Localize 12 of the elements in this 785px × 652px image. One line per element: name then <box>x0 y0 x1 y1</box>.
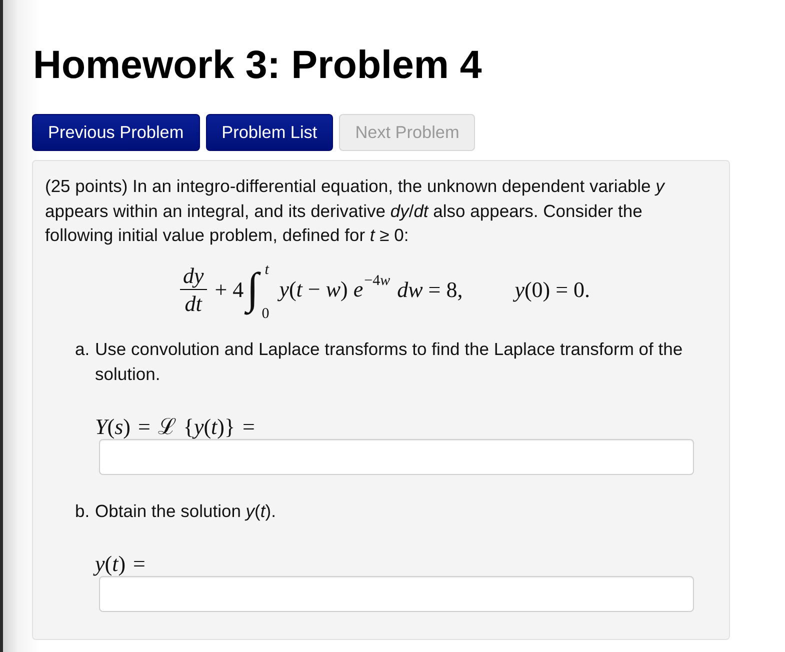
answer-field[interactable] <box>99 438 694 474</box>
part-question: Obtain the solution y(t). <box>95 500 277 523</box>
answer-label: y(t) = <box>95 550 146 576</box>
answer-label: Y(s) = ℒ {y(t)} = <box>95 414 255 438</box>
answer-field[interactable] <box>99 576 694 612</box>
nav-button[interactable]: Previous Problem <box>32 114 200 151</box>
page-title: Homework 3: Problem 4 <box>33 42 482 89</box>
problem-statement: (25 points) In an integro-differential equation, the unknown dependent variable y appears within an integral, and its derivative dy/dt also appears. Consider the following initial value problem, defined for t ≥ 0: <box>45 175 666 247</box>
part-marker: a. <box>75 338 91 360</box>
part-marker: b. <box>75 500 91 522</box>
part-question: Use convolution and Laplace transforms to find the Laplace transform of the solution. <box>95 338 684 386</box>
nav-button[interactable]: Problem List <box>206 114 334 151</box>
